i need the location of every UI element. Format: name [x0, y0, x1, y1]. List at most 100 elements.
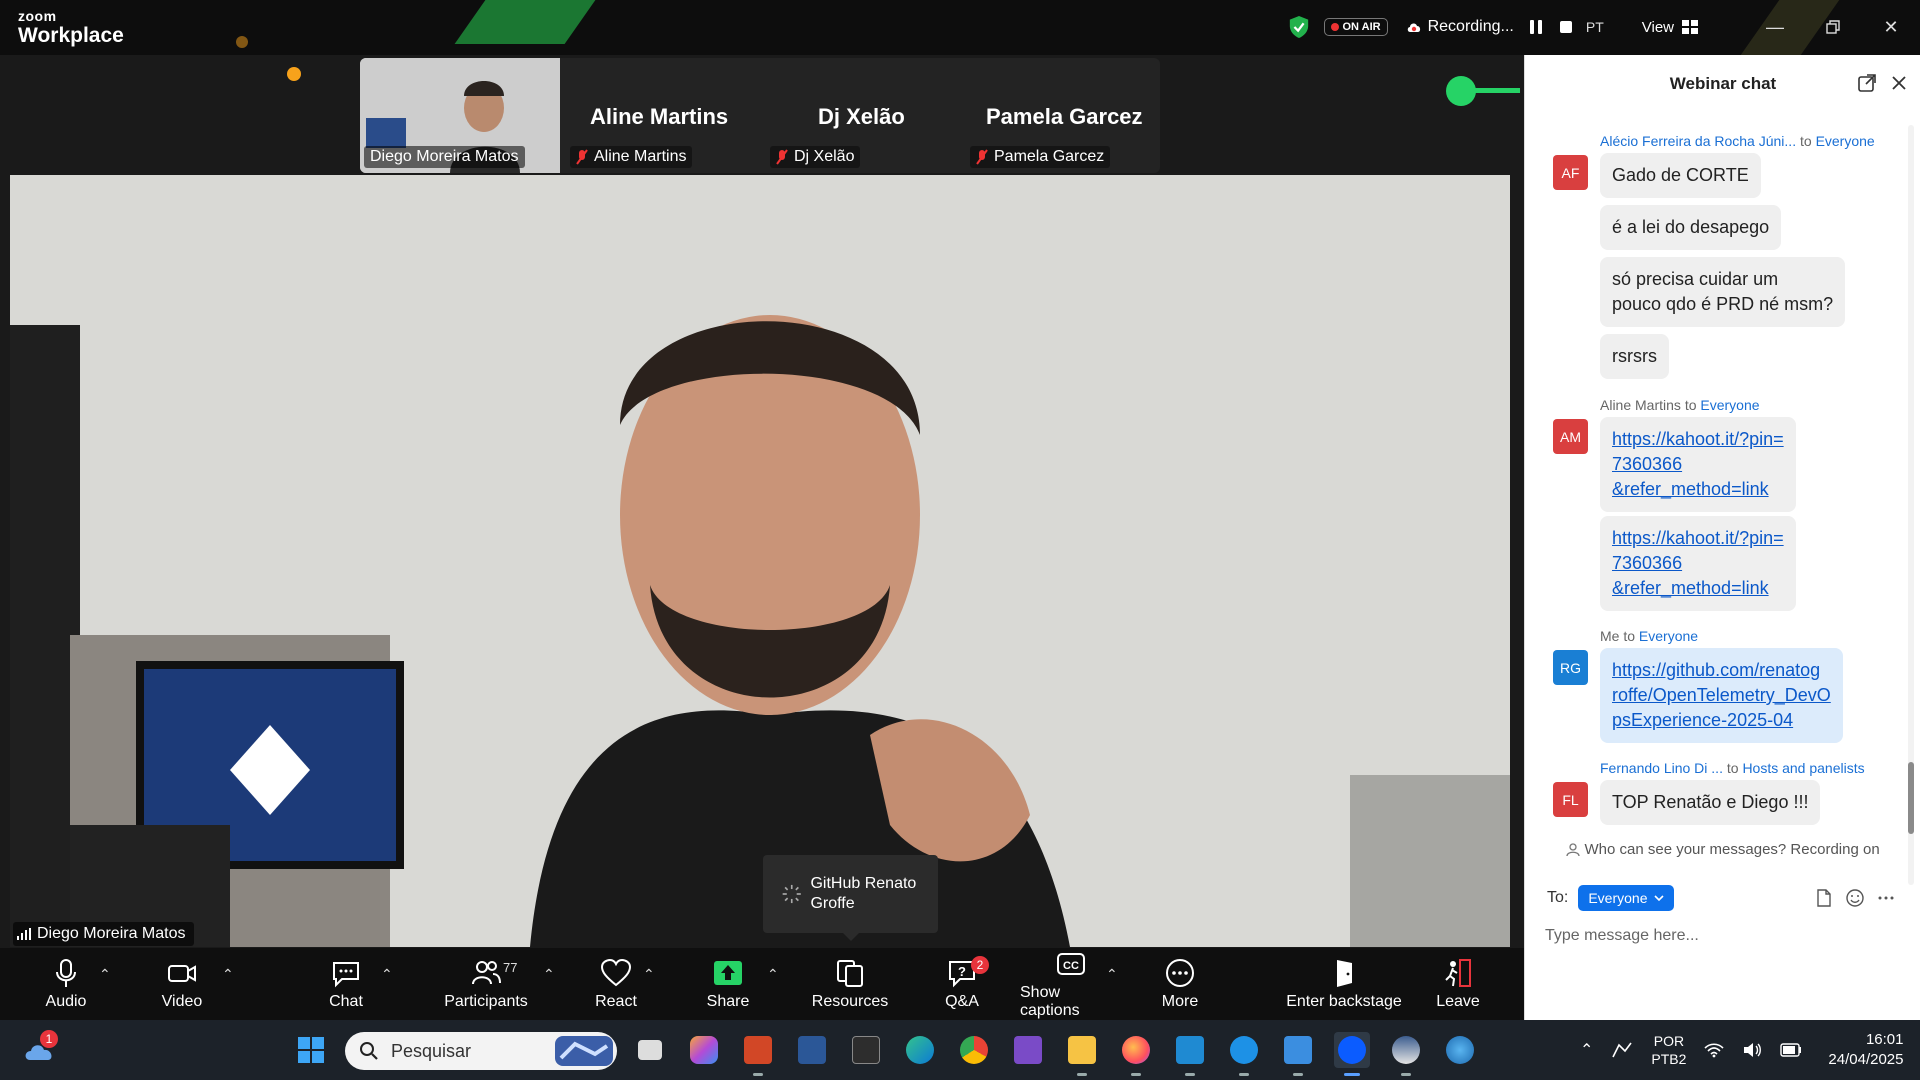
- participant-tile-pamela[interactable]: Pamela Garcez: [970, 146, 1111, 168]
- chat-message[interactable]: rsrsrs: [1600, 334, 1669, 379]
- notepad-icon: [1284, 1036, 1312, 1064]
- language-interpretation-label[interactable]: PT: [1586, 19, 1604, 35]
- taskbar-app-terminal[interactable]: [848, 1032, 884, 1068]
- chat-message[interactable]: só precisa cuidar um pouco qdo é PRD né …: [1600, 257, 1846, 327]
- link-line: &refer_method=link: [1612, 578, 1769, 598]
- audio-options-caret[interactable]: ⌃: [99, 966, 111, 983]
- chat-button[interactable]: Chat: [320, 948, 372, 1020]
- wifi-icon[interactable]: [1704, 1042, 1724, 1058]
- chat-scrollbar-thumb[interactable]: [1908, 762, 1914, 834]
- file-attach-icon[interactable]: [1816, 889, 1832, 907]
- sender-name[interactable]: Aline Martins: [1600, 397, 1681, 413]
- show-captions-button[interactable]: CC Show captions: [1020, 948, 1122, 1020]
- video-button[interactable]: Video: [156, 948, 208, 1020]
- taskbar-app-docker[interactable]: [1226, 1032, 1262, 1076]
- participants-options-caret[interactable]: ⌃: [543, 966, 555, 983]
- audio-button[interactable]: Audio: [40, 948, 92, 1020]
- chat-message[interactable]: https://kahoot.it/?pin= 7360366 &refer_m…: [1600, 417, 1796, 512]
- privacy-notice[interactable]: Who can see your messages? Recording on: [1525, 841, 1920, 858]
- chat-message[interactable]: TOP Renatão e Diego !!!: [1600, 780, 1821, 825]
- taskbar-app-vscode[interactable]: [1172, 1032, 1208, 1076]
- view-button[interactable]: View: [1642, 19, 1698, 36]
- enter-backstage-button[interactable]: Enter backstage: [1286, 948, 1402, 1020]
- taskbar-app-zoom[interactable]: [1334, 1032, 1370, 1076]
- chat-message[interactable]: é a lei do desapego: [1600, 205, 1782, 250]
- video-camera-icon: [168, 965, 196, 982]
- taskbar-app-firefox[interactable]: [1118, 1032, 1154, 1076]
- pause-recording-button[interactable]: [1526, 17, 1546, 37]
- share-options-caret[interactable]: ⌃: [767, 966, 779, 983]
- stop-recording-button[interactable]: [1556, 17, 1576, 37]
- kahoot-link[interactable]: https://kahoot.it/?pin= 7360366 &refer_m…: [1612, 427, 1784, 502]
- taskbar-app-task-view[interactable]: [632, 1032, 668, 1068]
- volume-icon[interactable]: [1742, 1042, 1762, 1058]
- more-button[interactable]: More: [1160, 948, 1200, 1020]
- chat-message[interactable]: https://kahoot.it/?pin= 7360366 &refer_m…: [1600, 516, 1796, 611]
- taskbar-app-calculator[interactable]: [794, 1032, 830, 1068]
- emoji-icon[interactable]: [1846, 889, 1864, 907]
- system-tray: ⌃ POR PTB2 16:01 24/04/2025: [1580, 1020, 1904, 1080]
- captions-options-caret[interactable]: ⌃: [1106, 966, 1118, 983]
- participants-button[interactable]: Participants: [442, 948, 530, 1020]
- resources-label: Resources: [811, 993, 889, 1010]
- taskbar-app-edge[interactable]: [902, 1032, 938, 1068]
- vscode-icon: [1176, 1036, 1204, 1064]
- participant-tile-dj[interactable]: Dj Xelão: [770, 146, 861, 168]
- speaker-name: Diego Moreira Matos: [37, 925, 186, 942]
- active-speaker-video[interactable]: [10, 175, 1510, 947]
- battery-icon[interactable]: [1780, 1043, 1802, 1057]
- leave-button[interactable]: Leave: [1436, 948, 1480, 1020]
- gallery-resize-handle[interactable]: [1446, 76, 1476, 106]
- kahoot-link[interactable]: https://kahoot.it/?pin= 7360366 &refer_m…: [1612, 526, 1784, 601]
- taskbar-app-file-explorer[interactable]: [1064, 1032, 1100, 1076]
- github-link[interactable]: https://github.com/renatog roffe/OpenTel…: [1612, 658, 1831, 733]
- video-options-caret[interactable]: ⌃: [222, 966, 234, 983]
- minimize-button[interactable]: —: [1746, 17, 1804, 38]
- start-button[interactable]: [293, 1032, 329, 1068]
- visual-studio-icon: [1014, 1036, 1042, 1064]
- chevron-down-icon: [1653, 894, 1664, 901]
- heart-icon: [600, 958, 632, 987]
- security-shield-icon[interactable]: [1288, 15, 1310, 39]
- share-button[interactable]: Share: [704, 948, 752, 1020]
- chat-message[interactable]: Gado de CORTE: [1600, 153, 1761, 198]
- chat-options-caret[interactable]: ⌃: [381, 966, 393, 983]
- react-label: React: [595, 993, 637, 1010]
- taskbar-app-notepad[interactable]: [1280, 1032, 1316, 1076]
- close-window-button[interactable]: ✕: [1862, 17, 1920, 38]
- taskbar-app-copilot[interactable]: [686, 1032, 722, 1068]
- taskbar-app-vpn[interactable]: [1388, 1032, 1424, 1076]
- sender-name[interactable]: Fernando Lino Di ...: [1600, 760, 1723, 776]
- recipient-group: Hosts and panelists: [1742, 760, 1865, 776]
- logo-zoom: zoom: [18, 8, 57, 24]
- participant-tile-video[interactable]: Diego Moreira Matos: [360, 58, 560, 173]
- participants-label: Participants: [444, 993, 528, 1010]
- chat-message-list[interactable]: Alécio Ferreira da Rocha Júni... to Ever…: [1525, 125, 1915, 895]
- participant-tile-name-large: Aline Martins: [590, 104, 729, 129]
- more-options-icon[interactable]: [1878, 889, 1894, 907]
- taskbar-app-visual-studio[interactable]: [1010, 1032, 1046, 1068]
- resources-button[interactable]: Resources: [812, 948, 888, 1020]
- participant-tile-aline[interactable]: Aline Martins: [570, 146, 693, 168]
- popout-chat-icon[interactable]: [1857, 73, 1877, 93]
- close-chat-icon[interactable]: [1889, 73, 1909, 93]
- pen-input-icon[interactable]: [1611, 1041, 1633, 1059]
- message-input[interactable]: [1545, 921, 1895, 951]
- sender-name[interactable]: Alécio Ferreira da Rocha Júni...: [1600, 133, 1796, 149]
- chat-message[interactable]: https://github.com/renatog roffe/OpenTel…: [1600, 648, 1843, 743]
- taskbar-search-box[interactable]: Pesquisar: [345, 1032, 617, 1070]
- system-clock[interactable]: 16:01 24/04/2025: [1828, 1030, 1903, 1070]
- show-hidden-icons-chevron-icon[interactable]: ⌃: [1580, 1040, 1593, 1060]
- closed-captions-icon: CC: [1057, 953, 1085, 975]
- chat-header: Webinar chat: [1525, 55, 1920, 113]
- taskbar-app-globe[interactable]: [1442, 1032, 1478, 1068]
- recording-status[interactable]: Recording...: [1406, 18, 1514, 36]
- react-button[interactable]: React: [592, 948, 640, 1020]
- search-highlight-image: [555, 1036, 613, 1066]
- taskbar-app-powerpoint[interactable]: [740, 1032, 776, 1076]
- react-options-caret[interactable]: ⌃: [643, 966, 655, 983]
- input-language-indicator[interactable]: POR PTB2: [1651, 1032, 1686, 1068]
- taskbar-app-chrome[interactable]: [956, 1032, 992, 1068]
- restore-button[interactable]: [1804, 20, 1862, 34]
- recipient-dropdown[interactable]: Everyone: [1578, 885, 1674, 911]
